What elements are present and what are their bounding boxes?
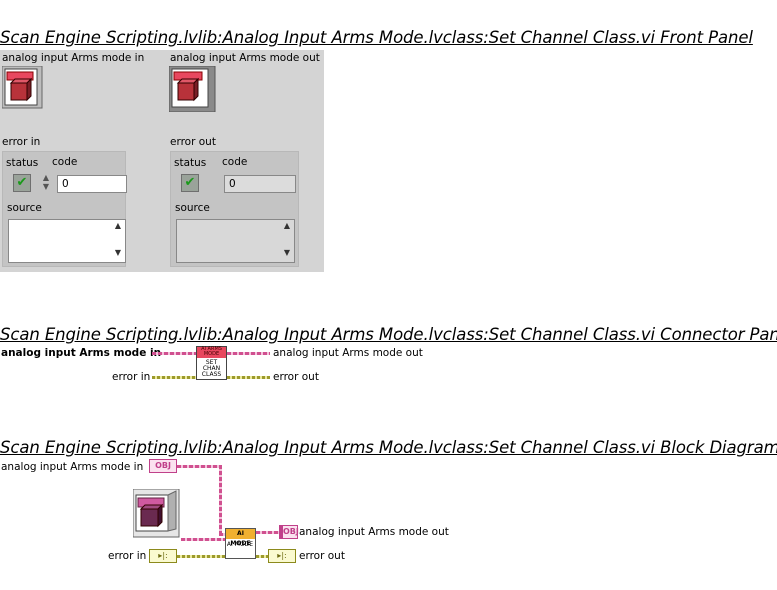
error-out-source-field: ▲ ▼	[176, 219, 295, 263]
cp-icon-text: SET CHAN CLASS	[201, 359, 222, 378]
cp-error-in-label: error in	[112, 371, 151, 383]
bd-node-banner: AI MODE	[226, 529, 255, 547]
bd-error-in-terminal[interactable]: ▸|:	[149, 549, 177, 563]
bd-error-in-label: error in	[108, 550, 147, 562]
error-in-status-checkbox[interactable]: ✔	[13, 174, 31, 192]
error-in-source-label: source	[7, 202, 42, 214]
error-in-code-field[interactable]: 0	[57, 175, 127, 193]
bd-input-object-label: analog input Arms mode in	[1, 461, 144, 473]
class-cube-icon	[168, 65, 216, 113]
input-object-control[interactable]	[1, 65, 46, 110]
error-in-label: error in	[2, 136, 41, 148]
cp-error-wire-out	[227, 376, 270, 379]
cp-error-out-label: error out	[273, 371, 319, 383]
bd-error-wire-out	[256, 555, 268, 558]
bd-error-wire	[177, 555, 225, 558]
bd-node-text: AI MODE	[226, 541, 253, 548]
cp-output-object-label: analog input Arms mode out	[273, 347, 423, 359]
error-in-source-field[interactable]: ▲ ▼	[8, 219, 126, 263]
cp-input-object-label: analog input Arms mode in	[1, 347, 162, 359]
front-panel-title: Scan Engine Scripting.lvlib:Analog Input…	[0, 28, 753, 47]
cp-class-wire-out	[227, 352, 270, 355]
cp-error-wire-in	[152, 376, 196, 379]
cp-icon-banner: AI ARMS MODE	[197, 347, 226, 358]
bd-class-wire-out	[256, 531, 279, 534]
bd-class-wire	[219, 465, 222, 535]
class-cube-icon	[132, 488, 180, 538]
error-out-code-label: code	[222, 156, 248, 168]
error-out-status-led: ✔	[181, 174, 199, 192]
input-object-label: analog input Arms mode in	[2, 52, 145, 64]
output-object-label: analog input Arms mode out	[170, 52, 320, 64]
bd-input-object-terminal[interactable]: OBJ	[149, 459, 177, 473]
error-out-cluster: status code ✔ 0 source ▲ ▼	[170, 151, 299, 267]
error-out-source-label: source	[175, 202, 210, 214]
connector-pane-title: Scan Engine Scripting.lvlib:Analog Input…	[0, 325, 777, 344]
error-out-status-label: status	[174, 157, 207, 169]
bd-output-object-label: analog input Arms mode out	[299, 526, 449, 538]
cp-class-wire-in	[152, 352, 196, 355]
scrollbar-icon[interactable]: ▲ ▼	[281, 221, 293, 261]
output-object-indicator	[168, 65, 217, 113]
bd-subvi-node[interactable]: AI MODE AI MODE	[225, 528, 256, 559]
cp-vi-icon[interactable]: AI ARMS MODE SET CHAN CLASS	[196, 346, 227, 380]
error-in-code-label: code	[52, 156, 78, 168]
error-out-label: error out	[170, 136, 216, 148]
bd-class-constant[interactable]	[132, 488, 181, 539]
scrollbar-icon[interactable]: ▲ ▼	[112, 221, 124, 261]
error-in-status-label: status	[6, 157, 39, 169]
bd-output-object-terminal[interactable]: OBJ	[279, 525, 299, 539]
bd-class-wire	[181, 538, 225, 541]
error-out-code-field: 0	[224, 175, 296, 193]
code-increment-icon[interactable]: ▲ ▼	[40, 173, 52, 193]
front-panel: analog input Arms mode in analog input A…	[0, 50, 324, 272]
class-cube-icon	[1, 65, 43, 109]
block-diagram-title: Scan Engine Scripting.lvlib:Analog Input…	[0, 438, 777, 457]
bd-error-out-terminal[interactable]: ▸|:	[268, 549, 296, 563]
bd-error-out-label: error out	[299, 550, 345, 562]
error-in-cluster: status code ✔ ▲ ▼ 0 source ▲ ▼	[2, 151, 127, 267]
bd-class-wire	[177, 465, 222, 468]
